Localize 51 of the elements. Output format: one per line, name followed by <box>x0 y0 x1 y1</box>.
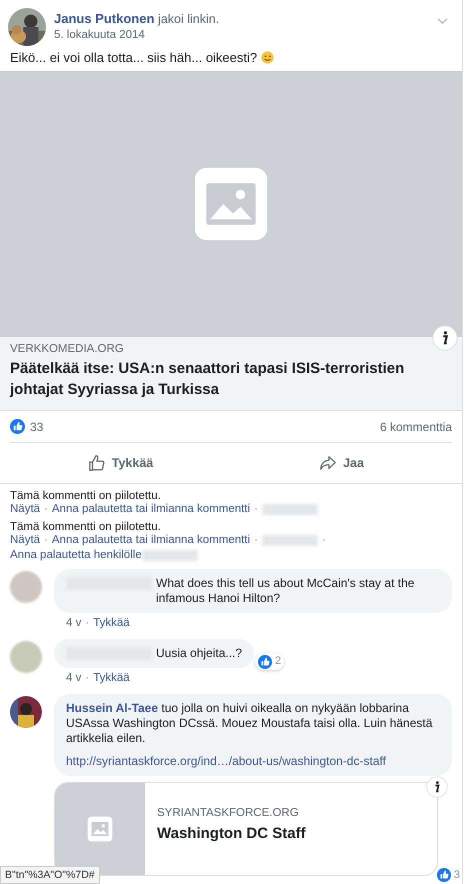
separator: · <box>254 503 258 515</box>
comment-link[interactable]: Näytä <box>10 503 40 515</box>
separator: · <box>44 534 48 546</box>
redacted-name <box>262 504 318 514</box>
comment-text: Uusia ohjeita...? <box>156 646 242 661</box>
thumbs-up-icon <box>88 454 106 472</box>
image-icon <box>87 816 113 842</box>
comment-like-link[interactable]: Tykkää <box>93 672 130 684</box>
separator: · <box>85 672 90 684</box>
like-icon <box>10 419 25 434</box>
status-bar-url: B"tn"%3A"O"%7D# <box>0 866 100 884</box>
link-title: Päätelkää itse: USA:n senaattori tapasi ISIS-terroristien johtajat Syyriassa ja Turkissa <box>10 359 406 400</box>
separator: · <box>85 617 90 629</box>
comment-time[interactable]: 4 v <box>66 617 82 629</box>
comment-link[interactable]: Anna palautetta tai ilmianna kommentti <box>52 534 250 546</box>
author-link[interactable]: Janus Putkonen <box>54 11 154 26</box>
comment-text: Hussein Al-Taee tuo jolla on huivi oikealla on nykyään lobbarina USAssa Washington DCssä. Mouez Moustafa taisi olla. Luin hänestä artikkelia eilen. <box>66 701 434 746</box>
comment-like-link[interactable]: Tykkää <box>93 617 130 629</box>
link-domain: VERKKOMEDIA.ORG <box>10 343 125 355</box>
comment-link[interactable]: Anna palautetta henkilölle <box>10 549 142 561</box>
blurred-avatar <box>10 571 42 603</box>
separator: · <box>254 534 258 546</box>
share-icon <box>319 454 338 472</box>
link-caption[interactable]: VERKKOMEDIA.ORG Päätelkää itse: USA:n senaattori tapasi ISIS-terroristien johtajat Syyriassa ja Turkissa <box>0 337 462 411</box>
like-count[interactable]: 33 <box>30 420 44 434</box>
redacted-name <box>262 534 318 546</box>
like-icon <box>258 654 272 668</box>
separator: · <box>44 503 48 515</box>
comment-text: What does this tell us about McCain's stay at the infamous Hanoi Hilton? <box>156 576 416 606</box>
comment-link[interactable]: Näytä <box>10 534 40 546</box>
separator: · <box>322 534 326 546</box>
hidden-comment-notice: Tämä kommentti on piilotettu. <box>10 490 162 502</box>
comment-link[interactable]: Anna palautetta tai ilmianna kommentti <box>52 503 250 515</box>
author-link[interactable]: Hussein Al-Taee <box>66 701 158 715</box>
info-icon[interactable] <box>426 776 448 798</box>
wink-emoji-icon <box>261 51 274 64</box>
share-note: jakoi linkin. <box>158 12 220 26</box>
share-button[interactable]: Jaa <box>231 445 452 481</box>
info-icon[interactable] <box>432 325 458 351</box>
redacted-name <box>142 550 198 560</box>
comment-time[interactable]: 4 v <box>66 672 82 684</box>
link-domain: SYRIANTASKFORCE.ORG <box>157 807 300 819</box>
post-date[interactable]: 5. lokakuuta 2014 <box>54 29 437 41</box>
blurred-avatar <box>10 641 42 673</box>
hidden-comment-notice: Tämä kommentti on piilotettu. <box>10 521 162 533</box>
link-title: Washington DC Staff <box>157 825 306 842</box>
comment-count[interactable]: 6 kommenttia <box>380 420 452 434</box>
comment-link[interactable]: http://syriantaskforce.org/ind…/about-us/washington-dc-staff <box>66 754 440 769</box>
like-button[interactable]: Tykkää <box>10 445 231 481</box>
image-icon <box>193 166 269 242</box>
post-text: Eikö... ei voi olla totta... siis häh... oikeesti? <box>10 50 258 65</box>
